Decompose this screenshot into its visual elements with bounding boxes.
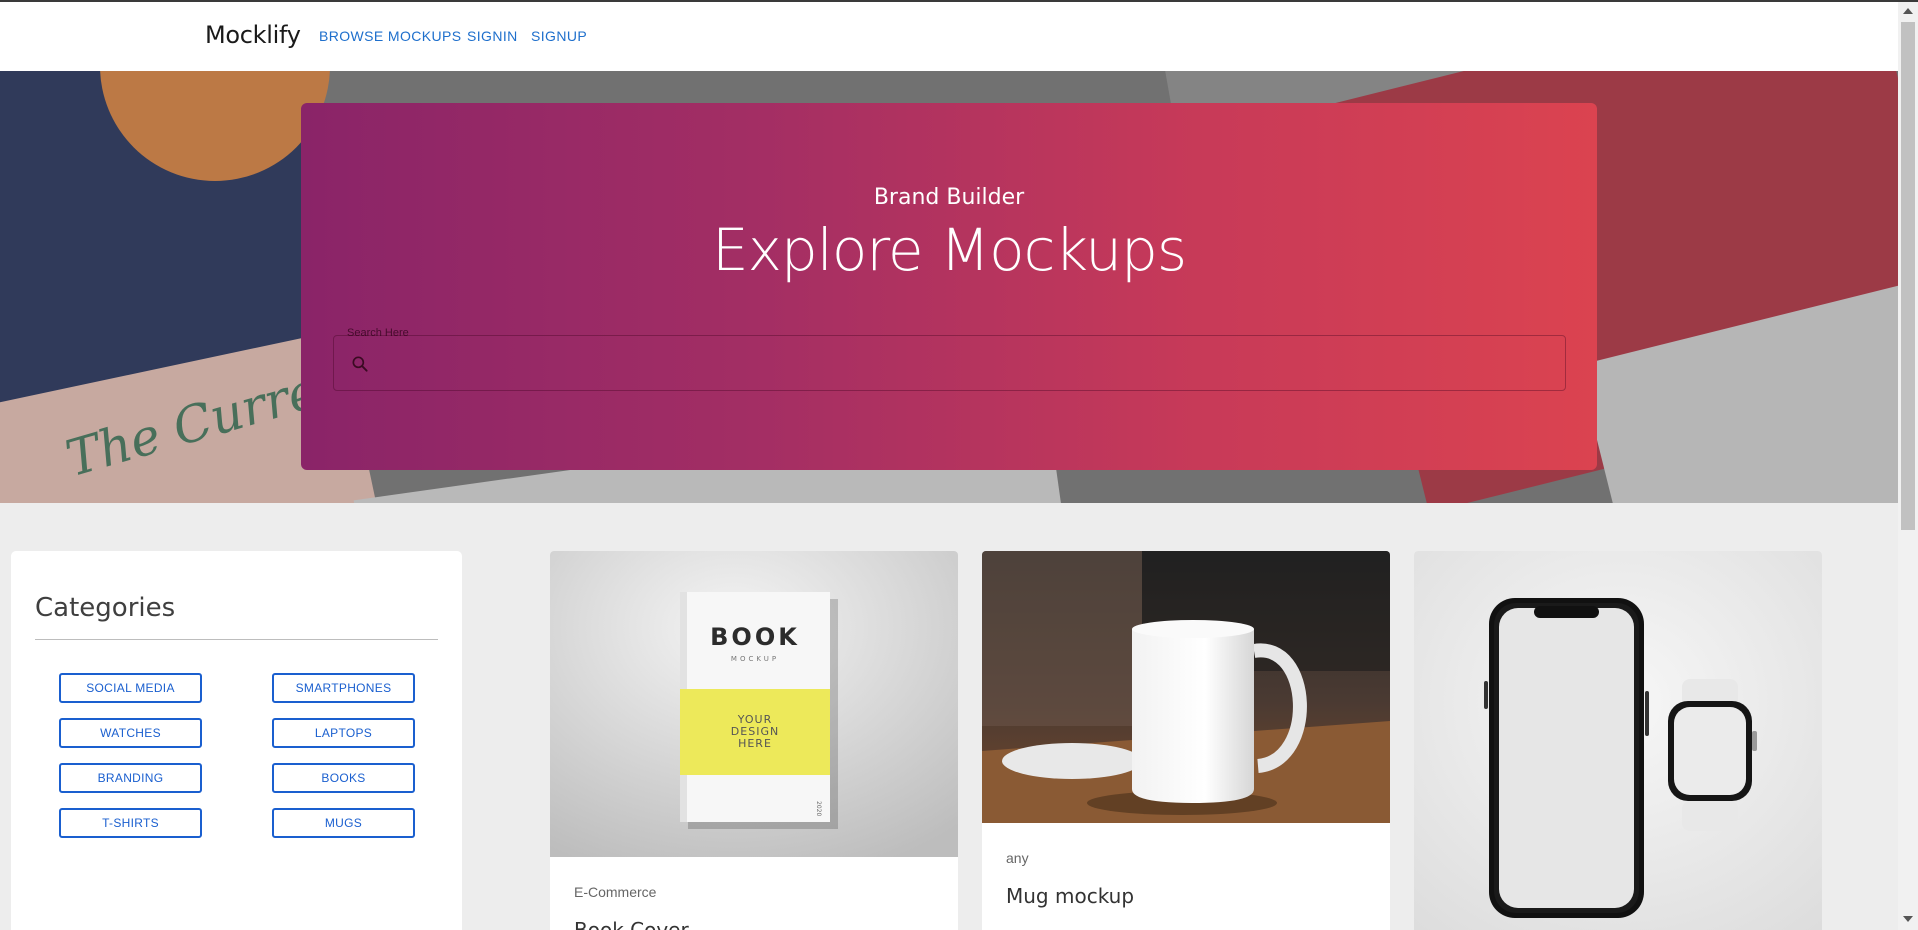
categories-title: Categories	[35, 593, 176, 623]
category-laptops[interactable]: LAPTOPS	[272, 718, 415, 748]
mockup-card-book[interactable]: BOOK MOCKUP YOUR DESIGN HERE 2020 E-Comm…	[550, 551, 958, 930]
category-smartphones[interactable]: SMARTPHONES	[272, 673, 415, 703]
book-image-line: HERE	[738, 737, 772, 750]
search-icon	[352, 356, 368, 372]
mockup-card-mug[interactable]: any Mug mockup	[982, 551, 1390, 930]
category-books[interactable]: BOOKS	[272, 763, 415, 793]
category-watches[interactable]: WATCHES	[59, 718, 202, 748]
category-branding[interactable]: BRANDING	[59, 763, 202, 793]
search-label: Search Here	[347, 327, 409, 339]
mug-mockup-image	[982, 551, 1390, 823]
scroll-up-arrow-icon[interactable]	[1903, 8, 1913, 14]
search-field[interactable]: Search Here	[333, 327, 1566, 391]
nav-browse-mockups[interactable]: BROWSE MOCKUPS	[319, 28, 462, 44]
categories-divider	[35, 639, 438, 640]
hero-title: Explore Mockups	[711, 216, 1187, 284]
nav-signin[interactable]: SIGNIN	[467, 28, 518, 44]
nav-signup[interactable]: SIGNUP	[531, 28, 587, 44]
scrollbar-thumb[interactable]	[1901, 22, 1915, 530]
card-category: any	[1006, 850, 1029, 866]
card-category: E-Commerce	[574, 884, 657, 900]
card-title[interactable]: Mug mockup	[1006, 884, 1134, 908]
categories-panel: Categories SOCIAL MEDIA SMARTPHONES WATC…	[11, 551, 462, 930]
hero-subtitle: Brand Builder	[873, 185, 1025, 210]
brand-logo[interactable]: Mocklify	[205, 21, 301, 49]
book-image-heading: BOOK	[710, 623, 800, 651]
page-scrollbar[interactable]	[1898, 2, 1918, 930]
category-social-media[interactable]: SOCIAL MEDIA	[59, 673, 202, 703]
top-navbar: Mocklify BROWSE MOCKUPS SIGNIN SIGNUP	[0, 2, 1898, 71]
category-t-shirts[interactable]: T-SHIRTS	[59, 808, 202, 838]
hero-card: Brand Builder Explore Mockups Search Her…	[301, 103, 1597, 470]
category-mugs[interactable]: MUGS	[272, 808, 415, 838]
mockup-card-smartphone[interactable]	[1414, 551, 1822, 930]
book-image-subheading: MOCKUP	[731, 655, 779, 663]
card-title[interactable]: Book Cover	[574, 918, 689, 930]
search-input[interactable]	[384, 344, 1544, 382]
book-mockup-image: BOOK MOCKUP YOUR DESIGN HERE 2020	[550, 551, 958, 857]
scroll-down-arrow-icon[interactable]	[1903, 916, 1913, 922]
smartphone-mockup-image	[1414, 551, 1822, 930]
book-image-spine-text: 2020	[815, 801, 822, 816]
